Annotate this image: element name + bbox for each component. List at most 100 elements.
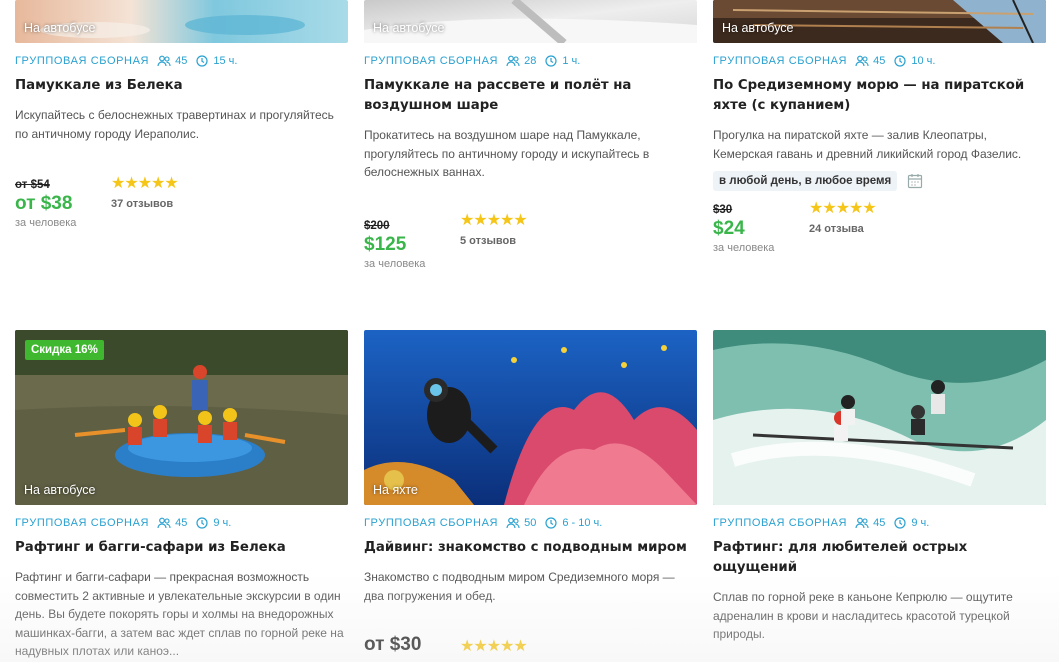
group-icon — [506, 55, 520, 67]
old-price: $200 — [364, 219, 390, 232]
rating: ★★★★★ 24 отзыва — [809, 198, 877, 235]
current-price: $125 — [364, 233, 407, 255]
group-size-value: 50 — [524, 517, 537, 529]
group-icon — [506, 517, 520, 529]
tour-meta: Групповая сборная 28 1 ч. — [364, 54, 697, 68]
group-size-value: 45 — [175, 55, 188, 67]
duration-value: 6 - 10 ч. — [562, 517, 603, 529]
tour-card-pirate-yacht[interactable]: На автобусе Групповая сборная 45 10 ч. П… — [713, 0, 1046, 254]
tour-meta: Групповая сборная 45 10 ч. — [713, 54, 1046, 68]
tour-type: Групповая сборная — [364, 517, 499, 529]
duration-value: 15 ч. — [213, 55, 238, 67]
tour-image[interactable]: На автобусе — [364, 0, 697, 43]
star-rating-icon: ★★★★★ — [460, 211, 528, 229]
star-rating-icon: ★★★★★ — [460, 638, 528, 655]
tour-card-rafting-buggy[interactable]: Скидка 16% На автобусе Групповая сборная… — [15, 330, 348, 661]
group-size: 45 — [157, 55, 187, 67]
price-unit: за человека — [364, 257, 426, 270]
tour-description: Искупайтесь с белоснежных травертинах и … — [15, 108, 334, 141]
group-size: 28 — [506, 55, 536, 67]
transport-label: На автобусе — [373, 21, 445, 35]
tour-type: Групповая сборная — [15, 517, 150, 529]
duration-value: 10 ч. — [911, 55, 936, 67]
reviews-count[interactable]: 5 отзывов — [460, 235, 527, 247]
group-icon — [157, 517, 171, 529]
group-size-value: 45 — [873, 517, 886, 529]
clock-icon — [196, 517, 208, 529]
tour-image[interactable]: Скидка 16% На автобусе — [15, 330, 348, 505]
tour-image[interactable]: На автобусе — [15, 0, 348, 43]
duration: 15 ч. — [195, 55, 237, 67]
tour-meta: Групповая сборная 45 15 ч. — [15, 54, 348, 68]
price-block: $30 $24 за человека ★★★★★ 24 отзыва — [713, 200, 1046, 254]
group-size-value: 45 — [175, 517, 188, 529]
star-rating-icon: ★★★★★ — [111, 175, 179, 192]
group-size: 50 — [506, 517, 536, 529]
tour-card-rafting-extreme[interactable]: Групповая сборная 45 9 ч. Рафтинг: для л… — [713, 330, 1046, 644]
duration-value: 1 ч. — [562, 55, 581, 67]
reviews-count[interactable]: 37 отзывов — [111, 198, 178, 210]
tour-type: Групповая сборная — [15, 55, 150, 67]
price-block: $200 $125 за человека ★★★★★ 5 отзывов — [364, 212, 697, 270]
tour-image[interactable] — [713, 330, 1046, 505]
group-size: 45 — [855, 55, 885, 67]
duration-value: 9 ч. — [213, 517, 232, 529]
transport-label: На автобусе — [722, 21, 794, 35]
duration: 9 ч. — [893, 517, 929, 529]
duration: 6 - 10 ч. — [544, 517, 602, 529]
tour-title[interactable]: Дайвинг: знакомство с подводным миром — [364, 538, 697, 558]
tour-title[interactable]: Рафтинг: для любителей острых ощущений — [713, 538, 1046, 578]
rating: ★★★★★ 37 отзывов — [111, 173, 179, 210]
clock-icon — [196, 55, 208, 67]
tour-description: Сплав по горной реке в каньоне Кепрюлю —… — [713, 590, 1013, 641]
tour-type: Групповая сборная — [713, 517, 848, 529]
tour-title[interactable]: Памуккале из Белека — [15, 76, 348, 96]
tour-card-diving[interactable]: На яхте Групповая сборная 50 6 - 10 ч. Д… — [364, 330, 697, 656]
group-size: 45 — [157, 517, 187, 529]
calendar-icon[interactable] — [907, 173, 923, 189]
transport-label: На автобусе — [24, 483, 96, 497]
old-price: $30 — [713, 204, 733, 216]
tour-image[interactable]: На яхте — [364, 330, 697, 505]
group-icon — [855, 55, 869, 67]
tour-card-pamukkale-belek[interactable]: На автобусе Групповая сборная 45 15 ч. П… — [15, 0, 348, 229]
duration: 9 ч. — [195, 517, 231, 529]
tour-title[interactable]: Памуккале на рассвете и полёт на воздушн… — [364, 76, 697, 116]
transport-label: На яхте — [373, 483, 418, 497]
reviews-count[interactable]: 24 отзыва — [809, 223, 876, 235]
tour-description: Рафтинг и багги-сафари — прекрасная возм… — [15, 570, 344, 658]
price-unit: за человека — [15, 217, 77, 229]
tour-type: Групповая сборная — [364, 55, 499, 67]
availability-row: в любой день, в любое время — [713, 171, 1046, 191]
tour-type: Групповая сборная — [713, 55, 848, 67]
rating: ★★★★★ 5 отзывов — [460, 210, 528, 247]
tour-title[interactable]: Рафтинг и багги-сафари из Белека — [15, 538, 348, 558]
current-price: $24 — [713, 218, 745, 239]
current-price: от $30 — [364, 634, 422, 655]
duration-value: 9 ч. — [911, 517, 930, 529]
tour-meta: Групповая сборная 50 6 - 10 ч. — [364, 516, 697, 530]
group-icon — [157, 55, 171, 67]
group-size-value: 28 — [524, 55, 537, 67]
old-price: от $54 — [15, 179, 50, 191]
clock-icon — [894, 55, 906, 67]
group-icon — [855, 517, 869, 529]
rating: ★★★★★ — [460, 636, 528, 656]
clock-icon — [894, 517, 906, 529]
tour-title[interactable]: По Средиземному морю — на пиратской яхте… — [713, 76, 1046, 116]
discount-badge: Скидка 16% — [25, 340, 104, 360]
tour-card-pamukkale-balloon[interactable]: На автобусе Групповая сборная 28 1 ч. Па… — [364, 0, 697, 270]
availability-chip: в любой день, в любое время — [713, 171, 898, 191]
duration: 10 ч. — [893, 55, 935, 67]
tour-description: Прокатитесь на воздушном шаре над Памукк… — [364, 128, 650, 179]
tour-description: Знакомство с подводным миром Средиземног… — [364, 570, 675, 603]
price-block: от $30 ★★★★★ — [364, 634, 697, 656]
transport-label: На автобусе — [24, 21, 96, 35]
tour-image[interactable]: На автобусе — [713, 0, 1046, 43]
tour-description: Прогулка на пиратской яхте — залив Клеоп… — [713, 128, 1022, 161]
clock-icon — [545, 55, 557, 67]
tour-meta: Групповая сборная 45 9 ч. — [713, 516, 1046, 530]
price-block: от $54 от $38 за человека ★★★★★ 37 отзыв… — [15, 175, 348, 229]
star-rating-icon: ★★★★★ — [809, 200, 877, 217]
duration: 1 ч. — [544, 55, 580, 67]
